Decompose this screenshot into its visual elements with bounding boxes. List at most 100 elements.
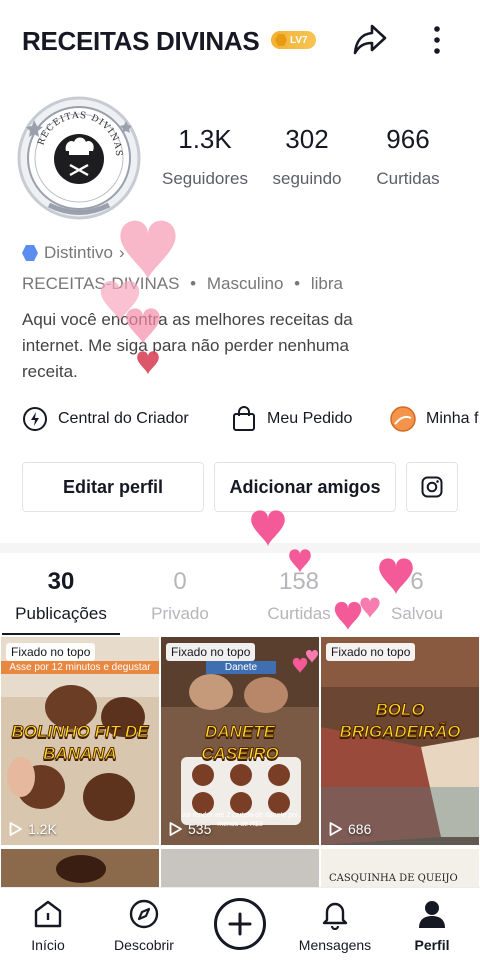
view-count: 1.2K	[9, 821, 57, 837]
view-count: 686	[329, 821, 371, 837]
stat-likes[interactable]: 966 Curtidas	[353, 124, 463, 189]
pinned-label: Fixado no topo	[6, 643, 96, 661]
video-caption-line: BANANA	[43, 744, 118, 764]
share-arrow-icon[interactable]	[352, 22, 388, 58]
heart-icon	[251, 510, 285, 547]
badge-hex-icon	[22, 245, 38, 261]
nav-discover[interactable]: Descobrir	[96, 898, 192, 953]
person-icon	[419, 901, 445, 928]
tab-likes[interactable]: 158 Curtidas	[239, 568, 359, 624]
stat-followers-label: Seguidores	[161, 169, 248, 188]
video-banner-text: Danete	[206, 661, 276, 674]
video-caption: BOLO BRIGADEIRÃO	[321, 699, 479, 743]
bell-icon	[322, 902, 348, 930]
profile-header: RECEITAS DIVINAS LV7	[0, 0, 480, 82]
level-badge-text: LV7	[290, 34, 308, 46]
instagram-button[interactable]	[406, 462, 458, 512]
video-caption: DANETE CASEIRO	[161, 721, 319, 765]
play-icon	[9, 822, 22, 836]
tool-third[interactable]: Minha f	[390, 406, 478, 432]
view-count: 535	[169, 821, 211, 837]
nav-home[interactable]: Início	[0, 898, 96, 953]
pinned-label: Fixado no topo	[326, 643, 416, 661]
tab-saved-label: Salvou	[391, 604, 443, 623]
video-banner-text: Asse por 12 minutos e degustar	[1, 661, 159, 674]
edit-profile-button[interactable]: Editar perfil	[22, 462, 204, 512]
tab-likes-label: Curtidas	[267, 604, 331, 623]
tab-posts-count: 30	[47, 568, 75, 595]
separator-dot: •	[190, 274, 197, 293]
bowl-shape	[56, 855, 106, 883]
tool-my-order[interactable]: Meu Pedido	[231, 406, 352, 432]
profile-stats: 1.3K Seguidores 302 seguindo 966 Curtida…	[150, 124, 480, 194]
plus-icon	[228, 912, 252, 936]
video-caption-line: BOLO	[375, 700, 425, 720]
nav-discover-label: Descobrir	[114, 937, 174, 953]
view-count-value: 535	[188, 821, 212, 837]
video-caption: CASQUINHA DE QUEIJO	[329, 873, 458, 884]
stat-likes-label: Curtidas	[376, 169, 440, 188]
stat-likes-value: 966	[386, 124, 430, 154]
video-thumbnail[interactable]: Danete Fixado no topo DANETE CASEIRO vai…	[161, 637, 319, 845]
add-friends-button[interactable]: Adicionar amigos	[214, 462, 396, 512]
stat-followers-value: 1.3K	[178, 124, 232, 154]
tab-saved[interactable]: 6 Salvou	[357, 568, 477, 624]
profile-bio: Aqui você encontra as melhores receitas …	[22, 310, 353, 381]
video-thumbnail[interactable]	[161, 849, 319, 887]
tab-saved-count: 6	[410, 568, 424, 595]
video-caption-line: DANETE	[205, 722, 276, 742]
instagram-icon	[421, 476, 443, 498]
compass-icon	[129, 899, 159, 929]
profile-zodiac: libra	[310, 274, 343, 293]
stat-following-value: 302	[285, 124, 329, 154]
active-tab-indicator	[2, 633, 120, 635]
creator-tools-row: Central do Criador Meu Pedido Minha f	[0, 403, 480, 435]
chevron-right-icon: ›	[118, 243, 125, 262]
orange-avatar-icon	[390, 406, 416, 432]
tab-posts[interactable]: 30 Publicações	[1, 568, 121, 624]
avatar[interactable]: RECEITAS DIVINAS	[14, 93, 144, 223]
home-icon	[34, 900, 62, 928]
badge-link[interactable]: Distintivo ›	[22, 243, 125, 263]
tab-private[interactable]: 0 Privado	[120, 568, 240, 624]
badge-label: Distintivo	[44, 243, 113, 262]
tool-third-label: Minha f	[426, 410, 479, 427]
video-grid: Asse por 12 minutos e degustar Fixado no…	[0, 637, 480, 887]
shopping-bag-icon	[233, 406, 255, 431]
tool-creator-center-label: Central do Criador	[58, 410, 189, 427]
bottom-navigation: Início Descobrir Mensagens Perfil	[0, 887, 480, 972]
stat-following-label: seguindo	[272, 169, 342, 188]
play-icon	[169, 822, 182, 836]
level-badge[interactable]: LV7	[271, 31, 316, 49]
level-hex-icon	[275, 34, 287, 46]
tool-creator-center[interactable]: Central do Criador	[22, 406, 189, 432]
nav-profile[interactable]: Perfil	[384, 898, 480, 953]
nav-messages[interactable]: Mensagens	[287, 898, 383, 953]
tab-likes-count: 158	[278, 568, 320, 595]
view-count-value: 1.2K	[28, 821, 57, 837]
nav-home-label: Início	[31, 937, 65, 953]
stat-followers[interactable]: 1.3K Seguidores	[150, 124, 260, 189]
tab-private-label: Privado	[151, 604, 209, 623]
video-thumbnail[interactable]	[1, 849, 159, 887]
profile-gender: Masculino	[206, 274, 284, 293]
stat-following[interactable]: 302 seguindo	[252, 124, 362, 189]
more-vertical-icon[interactable]	[424, 22, 450, 58]
video-thumbnail[interactable]: CASQUINHA DE QUEIJO	[321, 849, 479, 887]
play-icon	[329, 822, 342, 836]
video-thumbnail[interactable]: Asse por 12 minutos e degustar Fixado no…	[1, 637, 159, 845]
profile-title: RECEITAS DIVINAS	[22, 26, 260, 56]
video-thumbnail[interactable]: Fixado no topo BOLO BRIGADEIRÃO 686	[321, 637, 479, 845]
profile-username: RECEITAS-DIVINAS	[22, 274, 180, 293]
video-caption: BOLINHO FIT DE BANANA	[1, 721, 159, 765]
profile-meta: RECEITAS-DIVINAS • Masculino • libra	[22, 274, 343, 294]
video-caption-line: CASEIRO	[201, 744, 279, 764]
video-caption-line: BRIGADEIRÃO	[339, 722, 461, 742]
tool-my-order-label: Meu Pedido	[267, 410, 353, 427]
content-tabs: 30 Publicações 0 Privado 158 Curtidas 6 …	[0, 560, 480, 636]
separator-dot: •	[294, 274, 301, 293]
create-post-button[interactable]	[214, 898, 266, 950]
nav-profile-label: Perfil	[414, 937, 450, 953]
section-divider	[0, 543, 480, 553]
lightning-circle-icon	[23, 407, 47, 431]
